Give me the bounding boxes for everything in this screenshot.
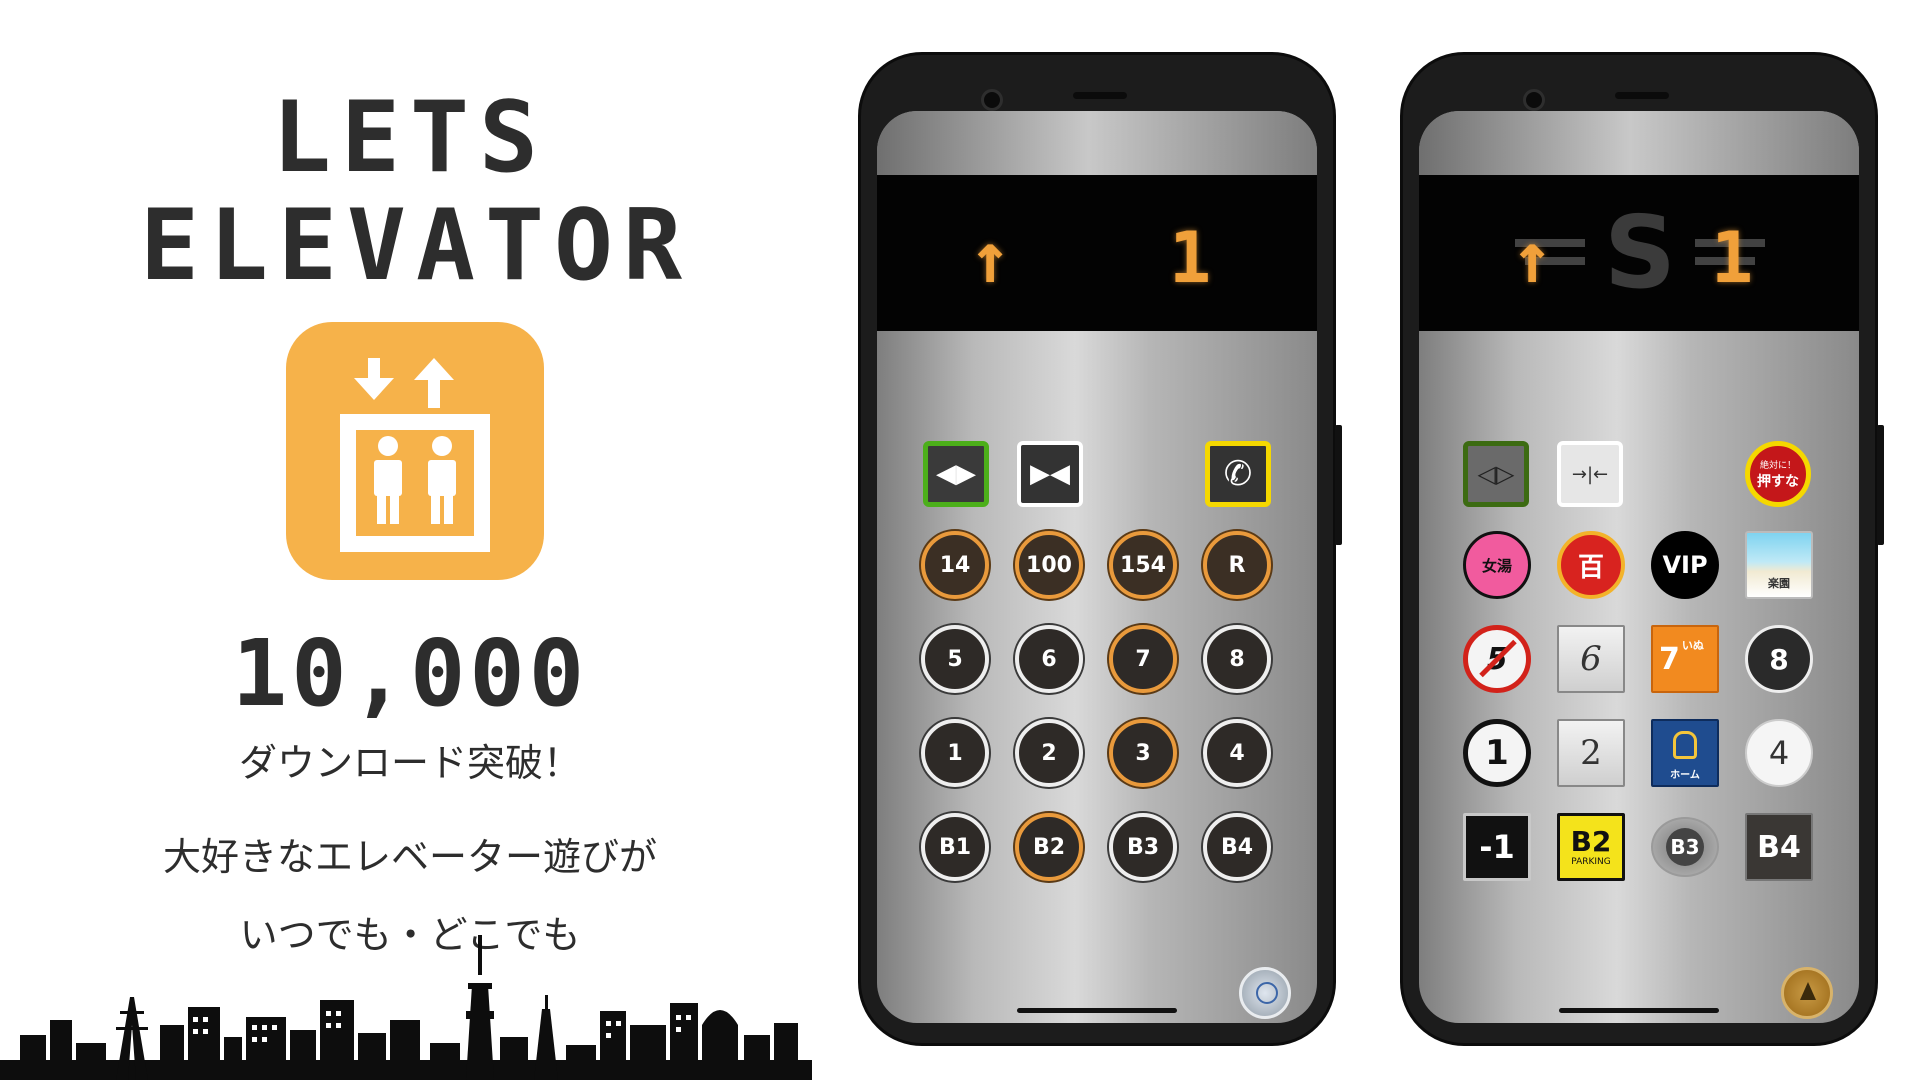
app-title-line2: ELEVATOR	[140, 189, 693, 303]
door-close-icon: →|←	[1571, 463, 1609, 485]
phone-mockup-custom: S ↑ 1 ◁▷ →|← 絶対に！ 押すな 女湯 百 VIP 楽園 5	[1400, 52, 1884, 1046]
call-button[interactable]: ✆	[1205, 441, 1271, 507]
panel-top-trim	[877, 111, 1317, 175]
rakuen-label: 楽園	[1768, 577, 1790, 590]
front-camera	[981, 89, 1003, 111]
floor-button-100[interactable]: 100	[1015, 531, 1083, 599]
train-icon	[1673, 731, 1697, 759]
home-indicator	[1559, 1008, 1719, 1013]
floor-button-2[interactable]: 2	[1557, 719, 1625, 787]
phone-icon: ✆	[1223, 454, 1253, 494]
door-close-button[interactable]: →|←	[1557, 441, 1623, 507]
up-arrow-icon: ↑	[1511, 217, 1554, 299]
phone-mockup-standard: ↑ 1 ◀▶ ▶◀ ✆ 14 100 154 R 5 6 7 8 1 2 3 4…	[858, 52, 1342, 1046]
elevator-app-icon	[286, 322, 544, 580]
tagline-line1: 大好きなエレベーター遊びが	[162, 835, 657, 879]
plate-2-label: 2	[1580, 733, 1602, 773]
floor-button-6[interactable]: 6	[1557, 625, 1625, 693]
floor-button-6[interactable]: 6	[1015, 625, 1083, 693]
logo-letter: S	[1604, 195, 1676, 311]
door-open-button[interactable]: ◀▶	[923, 441, 989, 507]
floor-button-154[interactable]: 154	[1109, 531, 1177, 599]
dont-push-small-label: 絶対に！	[1759, 460, 1796, 471]
floor-button-14[interactable]: 14	[921, 531, 989, 599]
door-close-icon: ▶◀	[1030, 459, 1070, 489]
floor-display: ↑ 1	[877, 175, 1317, 331]
milestone-text: ダウンロード突破！	[238, 741, 581, 785]
floor-button-1[interactable]: 1	[921, 719, 989, 787]
app-title-line1: LETS	[271, 81, 548, 195]
floor-button-b3[interactable]: B3	[1651, 817, 1719, 877]
floor-button-b3[interactable]: B3	[1109, 813, 1177, 881]
home-indicator	[1017, 1008, 1177, 1013]
bell-button[interactable]	[1781, 967, 1833, 1019]
dont-push-button[interactable]: 絶対に！ 押すな	[1745, 441, 1811, 507]
door-close-button[interactable]: ▶◀	[1017, 441, 1083, 507]
vip-label: VIP	[1662, 551, 1708, 579]
bell-icon	[1256, 982, 1278, 1004]
oval-b3-label: B3	[1666, 828, 1704, 866]
dark-b4-label: B4	[1757, 829, 1801, 865]
earpiece-speaker	[1073, 92, 1127, 99]
floor-button-minus-1[interactable]: -1	[1463, 813, 1531, 881]
door-open-button[interactable]: ◁▷	[1463, 441, 1529, 507]
floor-button-b4[interactable]: B4	[1203, 813, 1271, 881]
floor-button-b2-parking[interactable]: B2 PARKING	[1557, 813, 1625, 881]
floor-button-4[interactable]: 4	[1745, 719, 1813, 787]
plate-6-label: 6	[1580, 639, 1602, 679]
floor-button-rakuen[interactable]: 楽園	[1745, 531, 1813, 599]
floor-button-4[interactable]: 4	[1203, 719, 1271, 787]
floor-button-2[interactable]: 2	[1015, 719, 1083, 787]
floor-button-8[interactable]: 8	[1203, 625, 1271, 693]
parking-b2-label: B2	[1570, 825, 1612, 858]
inu-7-label: 7	[1659, 641, 1680, 677]
floor-button-home[interactable]: ホーム	[1651, 719, 1719, 787]
floor-button-vip[interactable]: VIP	[1651, 531, 1719, 599]
elevator-panel-screen: S ↑ 1 ◁▷ →|← 絶対に！ 押すな 女湯 百 VIP 楽園 5	[1419, 111, 1859, 1023]
elevator-panel-screen: ↑ 1 ◀▶ ▶◀ ✆ 14 100 154 R 5 6 7 8 1 2 3 4…	[877, 111, 1317, 1023]
inu-sub-label: いぬ	[1681, 639, 1704, 652]
floor-button-b4[interactable]: B4	[1745, 813, 1813, 881]
floor-button-7[interactable]: 7	[1109, 625, 1177, 693]
minus-1-label: -1	[1479, 828, 1515, 866]
door-open-icon: ◁▷	[1477, 460, 1515, 488]
floor-display: S ↑ 1	[1419, 175, 1859, 331]
ring-1-label: 1	[1485, 733, 1509, 773]
floor-button-hyaku[interactable]: 百	[1557, 531, 1625, 599]
panel-top-trim	[1419, 111, 1859, 175]
power-button	[1877, 425, 1884, 545]
floor-button-7-inu[interactable]: 7 いぬ	[1651, 625, 1719, 693]
floor-button-3[interactable]: 3	[1109, 719, 1177, 787]
floor-button-8[interactable]: 8	[1745, 625, 1813, 693]
floor-button-b2[interactable]: B2	[1015, 813, 1083, 881]
dots-8-label: 8	[1769, 642, 1789, 676]
floor-button-5[interactable]: 5	[1463, 625, 1531, 693]
current-floor: 1	[1169, 217, 1212, 299]
app-title: LETS ELEVATOR	[140, 81, 693, 303]
current-floor: 1	[1711, 217, 1754, 299]
floor-button-b1[interactable]: B1	[921, 813, 989, 881]
parking-sub-label: PARKING	[1571, 857, 1611, 867]
dont-push-label: 押すな	[1757, 473, 1799, 490]
power-button	[1335, 425, 1342, 545]
home-label: ホーム	[1670, 770, 1700, 781]
city-skyline-illustration	[0, 935, 812, 1080]
floor-button-r[interactable]: R	[1203, 531, 1271, 599]
up-arrow-icon: ↑	[969, 217, 1012, 299]
door-open-icon: ◀▶	[936, 459, 976, 489]
download-count: 10,000	[231, 620, 589, 727]
hyaku-label: 百	[1577, 552, 1604, 583]
floor-button-5[interactable]: 5	[921, 625, 989, 693]
front-camera	[1523, 89, 1545, 111]
bell-icon	[1800, 982, 1816, 1000]
floor-button-onsen[interactable]: 女湯	[1463, 531, 1531, 599]
floor-button-1[interactable]: 1	[1463, 719, 1531, 787]
bell-button[interactable]	[1239, 967, 1291, 1019]
onsen-icon: 女湯	[1481, 556, 1512, 575]
round-4-label: 4	[1768, 734, 1790, 772]
earpiece-speaker	[1615, 92, 1669, 99]
